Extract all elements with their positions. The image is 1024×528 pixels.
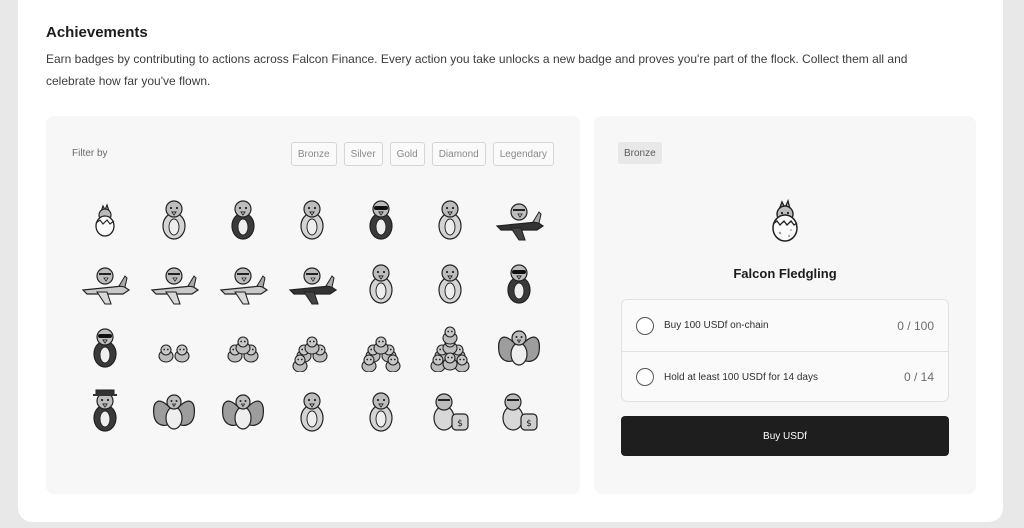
falcon-plane-icon[interactable]: [141, 250, 207, 314]
filter-label: Filter by: [72, 148, 108, 159]
falcon-sunglasses-hood-icon[interactable]: [72, 314, 138, 378]
falcon-plane-icon[interactable]: [486, 186, 552, 250]
falcon-money-bag-icon[interactable]: $: [417, 378, 483, 442]
falcon-biker-icon[interactable]: [348, 186, 414, 250]
falcon-hug-icon[interactable]: [279, 378, 345, 442]
falcon-blanket-icon[interactable]: [141, 186, 207, 250]
falcon-fighter-jet-icon[interactable]: [279, 250, 345, 314]
falcon-hug-icon[interactable]: [348, 378, 414, 442]
falcon-egg-icon[interactable]: [72, 186, 138, 250]
falcon-jet-icon[interactable]: [210, 250, 276, 314]
task-progress: 0 / 14: [903, 370, 934, 384]
task-item[interactable]: Hold at least 100 USDf for 14 days 0 / 1…: [622, 351, 948, 402]
falcon-sunglasses-hood-icon[interactable]: [486, 250, 552, 314]
filter-bar: Filter by Bronze Silver Gold Diamond Leg…: [72, 142, 554, 166]
falcon-hoodie-icon[interactable]: [348, 250, 414, 314]
falcon-big-flock-icon[interactable]: [417, 314, 483, 378]
filter-legendary[interactable]: Legendary: [492, 142, 554, 166]
falcon-pilot-icon[interactable]: [417, 186, 483, 250]
filter-gold[interactable]: Gold: [389, 142, 425, 166]
achievements-header: Achievements Earn badges by contributing…: [46, 24, 946, 92]
page-title: Achievements: [46, 24, 148, 41]
falcon-trio-icon[interactable]: [210, 314, 276, 378]
task-item[interactable]: Buy 100 USDf on-chain 0 / 100: [622, 300, 948, 351]
svg-text:$: $: [526, 419, 532, 429]
task-list: Buy 100 USDf on-chain 0 / 100 Hold at le…: [621, 299, 949, 402]
filter-diamond[interactable]: Diamond: [431, 142, 486, 166]
badge-name: Falcon Fledgling: [733, 266, 837, 281]
achievements-description: Earn badges by contributing to actions a…: [46, 52, 908, 88]
falcon-spread-wings-icon[interactable]: [486, 314, 552, 378]
falcon-plane-icon[interactable]: [72, 250, 138, 314]
filter-chips: Bronze Silver Gold Diamond Legendary: [290, 142, 554, 166]
svg-text:$: $: [457, 419, 463, 429]
filter-bronze[interactable]: Bronze: [290, 142, 337, 166]
falcon-jacket-icon[interactable]: [279, 186, 345, 250]
task-radio[interactable]: [636, 316, 654, 335]
tier-tag: Bronze: [618, 142, 662, 164]
task-radio[interactable]: [636, 368, 654, 386]
badge-grid: $ $: [72, 186, 556, 442]
falcon-duo-icon[interactable]: [141, 314, 207, 378]
falcon-hoodie-icon[interactable]: [417, 250, 483, 314]
falcon-money-bag-icon[interactable]: $: [486, 378, 552, 442]
falcon-flock-icon[interactable]: [348, 314, 414, 378]
buy-usdf-button[interactable]: Buy USDf: [621, 416, 949, 456]
falcon-butterfly-wings-icon[interactable]: [210, 378, 276, 442]
filter-silver[interactable]: Silver: [343, 142, 383, 166]
falcon-sweater-icon[interactable]: [210, 186, 276, 250]
falcon-detective-icon[interactable]: [72, 378, 138, 442]
falcon-butterfly-wings-icon[interactable]: [141, 378, 207, 442]
falcon-quartet-icon[interactable]: [279, 314, 345, 378]
task-label: Buy 100 USDf on-chain: [664, 320, 769, 331]
task-label: Hold at least 100 USDf for 14 days: [664, 371, 818, 383]
badge-detail-panel: Bronze Falcon Fledgling Buy 100 USDf on-…: [594, 116, 976, 494]
task-progress: 0 / 100: [897, 318, 934, 333]
achievements-card: Achievements Earn badges by contributing…: [18, 0, 1003, 522]
badge-grid-panel: Filter by Bronze Silver Gold Diamond Leg…: [46, 116, 580, 494]
falcon-egg-icon: [759, 194, 811, 246]
